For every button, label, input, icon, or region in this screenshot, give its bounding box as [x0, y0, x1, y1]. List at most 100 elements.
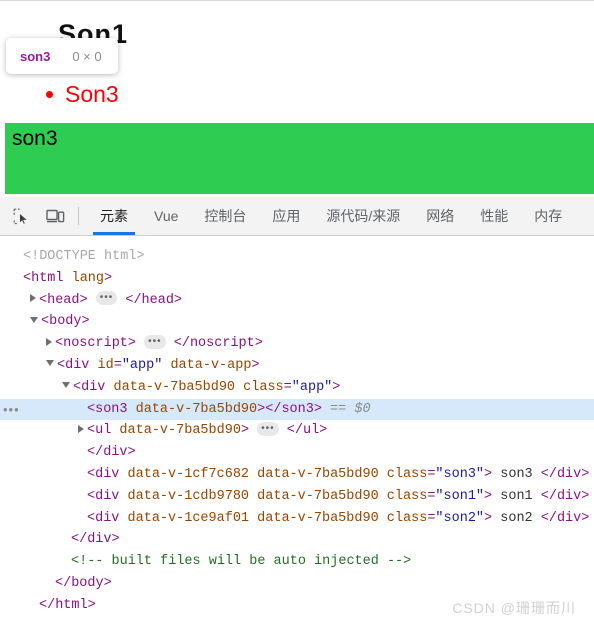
dom-node[interactable]: </body>: [0, 573, 594, 595]
tab-label: 控制台: [204, 208, 247, 224]
token-tag: [235, 380, 243, 395]
tab-1[interactable]: 元素: [87, 197, 141, 235]
token-tag: >: [484, 466, 493, 482]
node-overflow-dots[interactable]: •••: [3, 399, 20, 421]
chevron-down-icon[interactable]: [46, 360, 54, 367]
watermark: CSDN @珊珊而川: [452, 600, 576, 616]
tab-8[interactable]: 内存: [521, 197, 575, 235]
token-tag: >: [104, 270, 113, 286]
list-item: Son3: [46, 81, 119, 108]
token-tag: [379, 511, 387, 526]
collapsed-children-badge[interactable]: •••: [257, 421, 279, 436]
tab-2[interactable]: Vue: [141, 197, 191, 235]
tab-label: 元素: [100, 208, 128, 224]
chevron-right-icon[interactable]: [46, 337, 52, 346]
token-tag: </div>: [540, 510, 590, 526]
tab-label: Vue: [154, 208, 179, 224]
token-tag: <div: [73, 379, 114, 395]
inspector-tooltip: son3 0 × 0: [6, 38, 118, 74]
dom-node[interactable]: <head> ••• </head>: [0, 290, 594, 312]
inspect-element-icon: [13, 208, 28, 224]
tooltip-tag-name: son3: [20, 48, 51, 64]
collapsed-children-badge[interactable]: •••: [144, 334, 166, 349]
dom-node[interactable]: <!-- built files will be auto injected -…: [0, 551, 594, 573]
token-tag: >: [332, 379, 341, 395]
dom-node[interactable]: </div>: [0, 442, 594, 464]
dom-node[interactable]: <div data-v-1cdb9780 data-v-7ba5bd90 cla…: [0, 486, 594, 508]
token-attr: data-v-7ba5bd90: [119, 423, 241, 439]
token-attr: class: [386, 510, 428, 526]
token-text: son3: [492, 466, 541, 482]
token-attr: data-v-7ba5bd90: [257, 510, 379, 526]
token-value: "son3": [435, 466, 485, 482]
token-attr: class: [386, 466, 428, 482]
dom-node[interactable]: <body>: [0, 311, 594, 333]
token-attr: lang: [71, 270, 105, 286]
token-attr: class: [243, 379, 284, 395]
token-tag: <div: [87, 510, 128, 526]
chevron-down-icon[interactable]: [62, 382, 70, 389]
token-tag: </div>: [87, 445, 136, 461]
token-tag: </div>: [540, 466, 590, 482]
dom-node[interactable]: <div data-v-1ce9af01 data-v-7ba5bd90 cla…: [0, 508, 594, 530]
dom-node[interactable]: <ul data-v-7ba5bd90> ••• </ul>: [0, 420, 594, 442]
rendered-page-preview: Son1 Son3 son3 son3 0 × 0: [0, 0, 594, 198]
token-tag: =: [283, 379, 292, 395]
token-tag: <div: [87, 488, 128, 504]
chevron-right-icon[interactable]: [30, 294, 36, 303]
token-tag: </head>: [125, 292, 183, 308]
tab-3[interactable]: 控制台: [191, 197, 259, 235]
collapsed-children-badge[interactable]: •••: [95, 291, 118, 306]
token-tag: ></son3>: [257, 401, 322, 417]
token-attr: data-v-1cf7c682: [127, 466, 250, 482]
token-tag: <div: [87, 466, 128, 482]
token-tag: <head>: [39, 292, 88, 308]
token-tag: </ul>: [286, 423, 328, 439]
token-comment: <!-- built files will be auto injected -…: [71, 554, 412, 570]
dom-node[interactable]: <!DOCTYPE html>: [0, 246, 594, 268]
token-attr: data-v-7ba5bd90: [113, 379, 236, 395]
token-attr: data-v-1cdb9780: [127, 488, 250, 504]
chevron-down-icon[interactable]: [30, 316, 38, 323]
token-tag: </div>: [540, 488, 590, 504]
dom-node[interactable]: <div data-v-1cf7c682 data-v-7ba5bd90 cla…: [0, 464, 594, 486]
dom-node[interactable]: <div id="app" data-v-app>: [0, 355, 594, 377]
chevron-right-icon[interactable]: [78, 424, 84, 433]
token-tag: [379, 467, 387, 482]
token-tag: [249, 511, 257, 526]
token-tag: <noscript>: [55, 336, 137, 352]
list-item-label: Son3: [65, 81, 119, 107]
tab-label: 内存: [534, 208, 563, 224]
token-attr: data-v-7ba5bd90: [257, 466, 379, 482]
inspect-element-button[interactable]: [4, 197, 38, 235]
tab-6[interactable]: 网络: [413, 197, 467, 235]
token-attr: data-v-1ce9af01: [127, 510, 250, 526]
tab-5[interactable]: 源代码/来源: [313, 197, 413, 235]
token-tag: </html>: [39, 597, 96, 613]
token-value: "app": [291, 379, 333, 395]
bullet-dot-icon: [46, 91, 53, 98]
devtools-panel: 元素 Vue 控制台 应用 源代码/来源 网络 性能 内存 <!DOCTYPE html> <h…: [0, 197, 594, 628]
element-highlight-overlay: son3: [5, 123, 594, 194]
dom-node-selected[interactable]: ••• <son3 data-v-7ba5bd90></son3> == $0: [0, 398, 594, 421]
token-doctype: <!DOCTYPE html>: [23, 249, 145, 264]
token-tag: >: [240, 423, 250, 439]
tab-7[interactable]: 性能: [467, 197, 521, 235]
dom-node[interactable]: </div>: [0, 529, 594, 551]
tab-label: 应用: [272, 208, 301, 224]
toolbar-divider: [78, 207, 79, 225]
dom-tree[interactable]: <!DOCTYPE html> <html lang> <head> ••• </h…: [0, 236, 594, 628]
dom-node[interactable]: <html lang>: [0, 268, 594, 290]
token-dollar: == $0: [321, 401, 371, 417]
dom-node[interactable]: <noscript> ••• </noscript>: [0, 333, 594, 355]
tooltip-dimensions: 0 × 0: [72, 48, 102, 64]
token-tag: =: [113, 357, 122, 373]
token-attr: id: [97, 357, 114, 373]
device-toolbar-icon: [45, 209, 64, 222]
token-value: "son2": [435, 510, 485, 526]
tab-4[interactable]: 应用: [259, 197, 313, 235]
dom-node[interactable]: <div data-v-7ba5bd90 class="app">: [0, 377, 594, 399]
token-tag: <ul: [87, 423, 120, 439]
device-toolbar-button[interactable]: [38, 197, 72, 235]
token-tag: [249, 467, 257, 482]
